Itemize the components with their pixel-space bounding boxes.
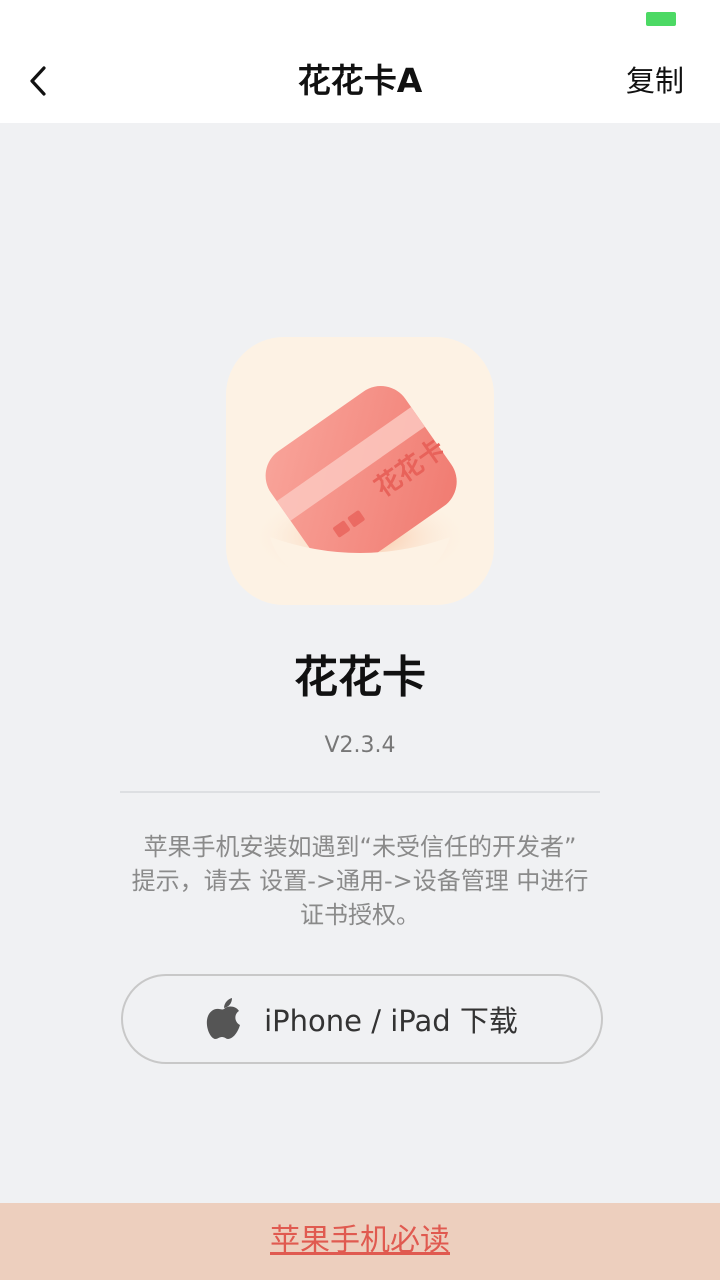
page-title: 花花卡A [297, 61, 423, 100]
back-button[interactable] [22, 58, 62, 104]
download-button[interactable]: iPhone / iPad 下载 [121, 974, 603, 1064]
trust-notice: 苹果手机安装如遇到“未受信任的开发者” 提示，请去 设置->通用->设备管理 中… [110, 830, 610, 932]
battery-icon [646, 12, 676, 26]
app-version: V2.3.4 [324, 733, 396, 758]
divider [120, 791, 600, 793]
notice-line-1: 苹果手机安装如遇到“未受信任的开发者” [143, 833, 577, 861]
chevron-left-icon [30, 66, 46, 96]
nav-bar: 花花卡A 复制 [0, 40, 720, 123]
app-icon: 花花卡 [226, 337, 494, 605]
status-bar [0, 0, 720, 40]
download-label: iPhone / iPad 下载 [264, 1004, 518, 1038]
card-icon: 花花卡 [250, 386, 470, 589]
app-name: 花花卡 [294, 652, 426, 703]
apple-icon [206, 998, 241, 1039]
notice-line-3: 证书授权。 [300, 901, 420, 929]
notice-line-2: 提示，请去 设置->通用->设备管理 中进行 [131, 867, 589, 895]
copy-button[interactable]: 复制 [626, 58, 684, 104]
must-read-link[interactable]: 苹果手机必读 [270, 1219, 450, 1263]
bottom-bar: 苹果手机必读 [0, 1203, 720, 1280]
